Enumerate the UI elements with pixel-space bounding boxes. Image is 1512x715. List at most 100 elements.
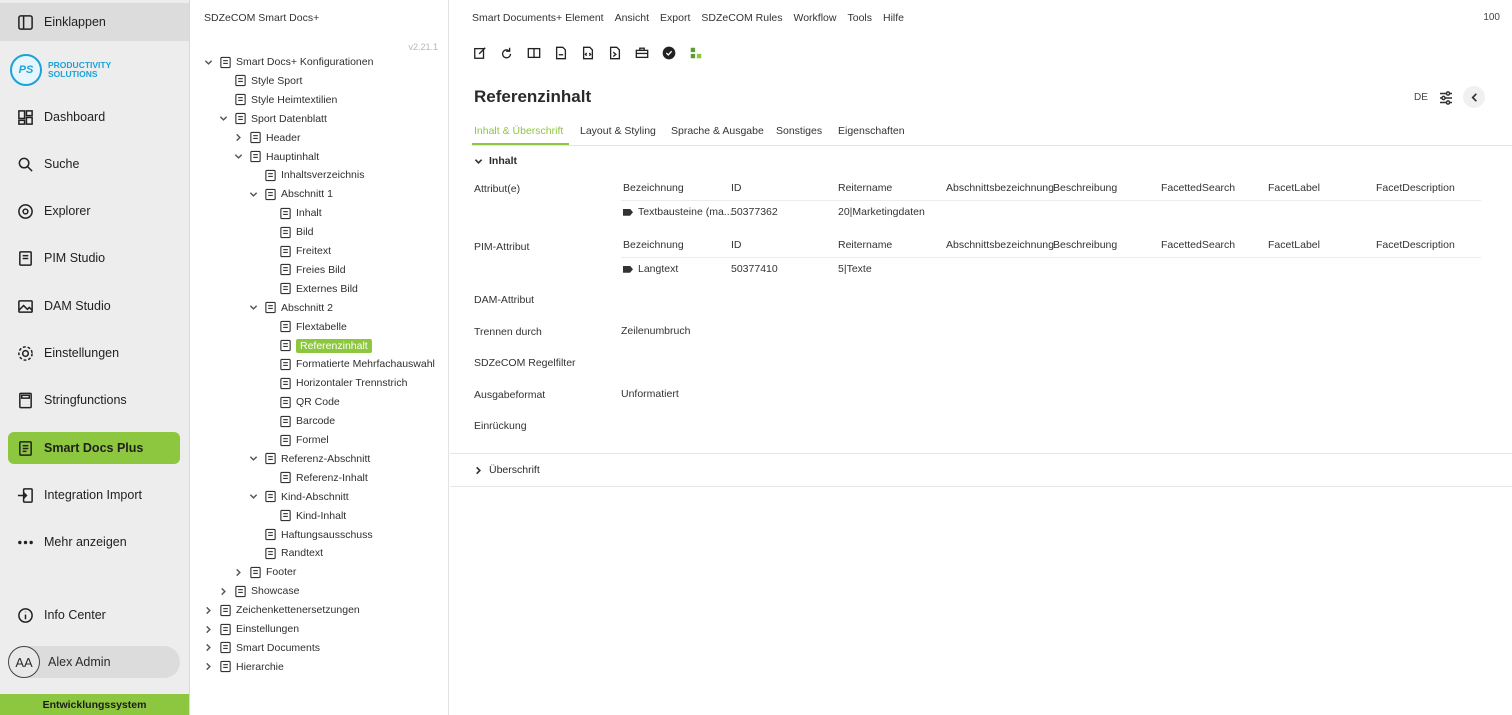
tree-node[interactable]: Header xyxy=(232,129,300,147)
sliders-icon[interactable] xyxy=(1438,90,1454,106)
left-navigation: Einklappen PS PRODUCTIVITY SOLUTIONS Das… xyxy=(0,0,190,715)
tree-node[interactable]: Horizontaler Trennstrich xyxy=(262,374,407,392)
toolbox-button[interactable] xyxy=(634,45,650,61)
menu-workflow[interactable]: Workflow xyxy=(794,12,837,24)
tree-node[interactable]: Style Heimtextilien xyxy=(217,91,337,109)
nav-item-suche[interactable]: Suche xyxy=(8,148,180,180)
tree-node[interactable]: Smart Documents xyxy=(202,639,320,657)
chevron-right-icon[interactable] xyxy=(202,642,214,654)
tab-sonstiges[interactable]: Sonstiges xyxy=(774,122,822,145)
edit-button[interactable] xyxy=(472,45,488,61)
tree-node[interactable]: Smart Docs+ Konfigurationen xyxy=(202,53,373,71)
tab-sprache-ausgabe[interactable]: Sprache & Ausgabe xyxy=(669,122,764,145)
tab-inhalt-ueberschrift[interactable]: Inhalt & Überschrift xyxy=(472,122,569,145)
nav-item-dam-studio[interactable]: DAM Studio xyxy=(8,290,180,322)
menu-smart-documents-element[interactable]: Smart Documents+ Element xyxy=(472,12,604,24)
language-selector[interactable]: DE xyxy=(1414,92,1428,103)
nav-item-integration-import[interactable]: Integration Import xyxy=(8,479,180,511)
tree-node[interactable]: Hierarchie xyxy=(202,658,284,676)
table-row[interactable]: Langtext xyxy=(623,263,678,275)
image-icon xyxy=(278,225,292,239)
tree-node[interactable]: Haftungsausschuss xyxy=(247,526,373,544)
chevron-down-icon[interactable] xyxy=(247,188,259,200)
chevron-right-icon[interactable] xyxy=(202,623,214,635)
tab-eigenschaften[interactable]: Eigenschaften xyxy=(836,122,905,145)
chevron-right-icon[interactable] xyxy=(217,585,229,597)
tree-node[interactable]: Inhalt xyxy=(262,204,322,222)
formula-icon xyxy=(278,433,292,447)
field-value-trennen-durch[interactable]: Zeilenumbruch xyxy=(621,325,690,337)
compare-button[interactable] xyxy=(526,45,542,61)
chevron-down-icon[interactable] xyxy=(217,113,229,125)
collapse-nav-button[interactable]: Einklappen xyxy=(0,3,189,41)
table-row[interactable]: Textbausteine (ma... xyxy=(623,206,733,218)
section-inhalt-toggle[interactable]: Inhalt xyxy=(474,155,517,167)
tree-node-label: Horizontaler Trennstrich xyxy=(296,377,408,390)
user-menu[interactable]: AA Alex Admin xyxy=(8,646,180,678)
chevron-down-icon[interactable] xyxy=(202,56,214,68)
tree-node[interactable]: Formatierte Mehrfachauswahl xyxy=(262,355,435,373)
nav-item-smart-docs-plus[interactable]: Smart Docs Plus xyxy=(8,432,180,464)
chevron-down-icon[interactable] xyxy=(232,151,244,163)
export-file-button[interactable] xyxy=(607,45,623,61)
nav-label: Smart Docs Plus xyxy=(44,441,144,455)
tree-node[interactable]: Showcase xyxy=(217,582,299,600)
pdf-button[interactable] xyxy=(553,45,569,61)
chevron-down-icon[interactable] xyxy=(247,453,259,465)
validate-button[interactable] xyxy=(661,45,677,61)
chevron-right-icon[interactable] xyxy=(232,132,244,144)
menu-sdzecom-rules[interactable]: SDZeCOM Rules xyxy=(701,12,782,24)
chevron-right-icon[interactable] xyxy=(202,604,214,616)
tree-node[interactable]: Barcode xyxy=(262,412,335,430)
chevron-right-icon[interactable] xyxy=(232,566,244,578)
tree-node[interactable]: Referenz-Inhalt xyxy=(262,469,368,487)
tree-node[interactable]: Referenz-Abschnitt xyxy=(247,450,370,468)
code-button[interactable] xyxy=(580,45,596,61)
menu-tools[interactable]: Tools xyxy=(847,12,872,24)
nav-label: Explorer xyxy=(44,204,91,218)
menu-export[interactable]: Export xyxy=(660,12,690,24)
nav-item-stringfunctions[interactable]: Stringfunctions xyxy=(8,384,180,416)
toolbox-icon xyxy=(635,47,649,59)
tree-node[interactable]: Hauptinhalt xyxy=(232,148,319,166)
tree-node[interactable]: Zeichenkettenersetzungen xyxy=(202,601,360,619)
tree-node[interactable]: QR Code xyxy=(262,393,340,411)
nav-item-mehr-anzeigen[interactable]: Mehr anzeigen xyxy=(8,526,180,558)
column-header-bezeichnung: Bezeichnung xyxy=(623,239,684,251)
tree-node[interactable]: Style Sport xyxy=(217,72,302,90)
tree-node[interactable]: Sport Datenblatt xyxy=(217,110,327,128)
chevron-down-icon[interactable] xyxy=(247,302,259,314)
nav-item-pim-studio[interactable]: PIM Studio xyxy=(8,242,180,274)
tab-layout-styling[interactable]: Layout & Styling xyxy=(578,122,656,145)
section-ueberschrift-toggle[interactable]: Überschrift xyxy=(474,464,540,476)
nav-item-einstellungen[interactable]: Einstellungen xyxy=(8,337,180,369)
nav-item-info-center[interactable]: Info Center xyxy=(8,599,180,631)
menu-ansicht[interactable]: Ansicht xyxy=(615,12,649,24)
tree-node[interactable]: Freitext xyxy=(262,242,331,260)
chevron-right-icon[interactable] xyxy=(202,661,214,673)
tree-node[interactable]: Externes Bild xyxy=(262,280,358,298)
tree-node[interactable]: Kind-Abschnitt xyxy=(247,488,349,506)
tree-node[interactable]: Freies Bild xyxy=(262,261,346,279)
tree-node[interactable]: Flextabelle xyxy=(262,318,347,336)
tree-node[interactable]: Einstellungen xyxy=(202,620,299,638)
tree-node[interactable]: Inhaltsverzeichnis xyxy=(247,166,364,184)
tree-node[interactable]: Randtext xyxy=(247,544,323,562)
menu-hilfe[interactable]: Hilfe xyxy=(883,12,904,24)
tree-node[interactable]: Bild xyxy=(262,223,314,241)
chevron-down-icon[interactable] xyxy=(247,491,259,503)
tree-node[interactable]: Footer xyxy=(232,563,296,581)
collapse-panel-button[interactable] xyxy=(1463,86,1485,108)
tree-node[interactable]: Abschnitt 1 xyxy=(247,185,333,203)
reload-button[interactable] xyxy=(499,45,515,61)
tree-node-label: Freitext xyxy=(296,245,332,257)
field-value-ausgabeformat[interactable]: Unformatiert xyxy=(621,388,679,400)
nav-item-explorer[interactable]: Explorer xyxy=(8,195,180,227)
workflow-button[interactable] xyxy=(688,45,704,61)
tree-node[interactable]: Referenzinhalt xyxy=(262,337,372,355)
nav-item-dashboard[interactable]: Dashboard xyxy=(8,101,180,133)
tree-node[interactable]: Abschnitt 2 xyxy=(247,299,333,317)
tree-node[interactable]: Kind-Inhalt xyxy=(262,507,346,525)
tree-node[interactable]: Formel xyxy=(262,431,329,449)
